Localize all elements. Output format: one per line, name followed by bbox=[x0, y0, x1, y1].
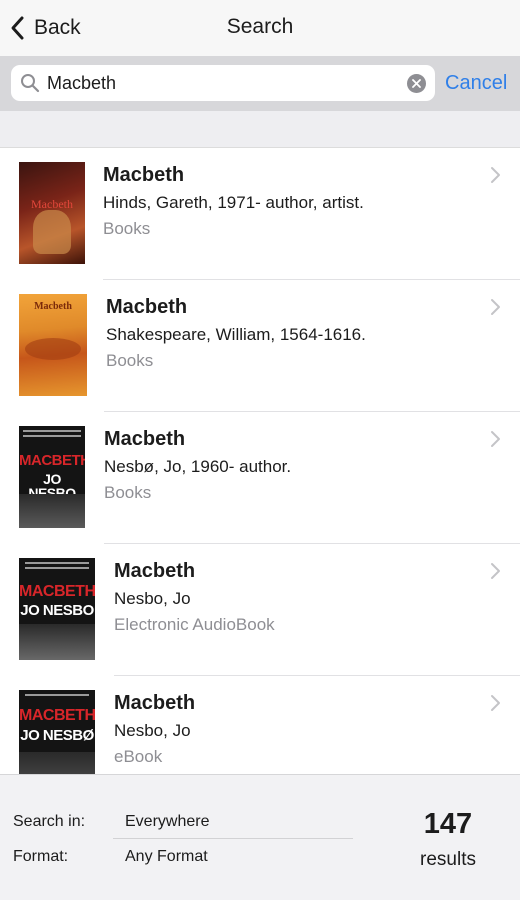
list-item[interactable]: MACBETH JO NESBØ Macbeth Nesbo, Jo eBook bbox=[0, 676, 520, 774]
result-format: eBook bbox=[114, 747, 163, 766]
result-author: Hinds, Gareth, 1971- author, artist. bbox=[103, 193, 364, 212]
search-input[interactable] bbox=[47, 72, 387, 94]
result-format: Books bbox=[104, 483, 152, 502]
chevron-right-icon bbox=[491, 167, 500, 183]
list-item[interactable]: MACBETH JO NESBO Macbeth Nesbø, Jo, 1960… bbox=[0, 412, 520, 544]
results-list[interactable]: Macbeth Macbeth Hinds, Gareth, 1971- aut… bbox=[0, 148, 520, 774]
result-author: Nesbø, Jo, 1960- author. bbox=[104, 457, 292, 476]
cover-title: MACBETH bbox=[19, 707, 95, 724]
result-format: Books bbox=[106, 351, 154, 370]
cancel-button[interactable]: Cancel bbox=[445, 72, 507, 95]
list-item[interactable]: Macbeth Macbeth Shakespeare, William, 15… bbox=[0, 280, 520, 412]
chevron-right-icon bbox=[491, 563, 500, 579]
book-cover: MACBETH JO NESBO bbox=[19, 426, 85, 528]
page-title: Search bbox=[226, 15, 294, 38]
book-cover: Macbeth bbox=[19, 162, 85, 264]
result-title: Macbeth bbox=[104, 428, 186, 450]
result-author: Nesbo, Jo bbox=[114, 589, 191, 608]
close-icon bbox=[412, 79, 421, 88]
result-title: Macbeth bbox=[114, 692, 196, 714]
search-field[interactable] bbox=[11, 65, 435, 101]
result-title: Macbeth bbox=[106, 296, 188, 318]
chevron-right-icon bbox=[491, 695, 500, 711]
format-selector[interactable]: Any Format bbox=[125, 848, 208, 866]
results-count-label: results bbox=[420, 849, 476, 870]
results-count: 147 bbox=[423, 808, 473, 840]
chevron-right-icon bbox=[491, 431, 500, 447]
search-bar: Cancel bbox=[0, 56, 520, 111]
cover-title: MACBETH bbox=[19, 452, 85, 469]
cover-author: JO NESBO bbox=[20, 602, 94, 619]
book-cover: Macbeth bbox=[19, 294, 87, 396]
cover-title: Macbeth bbox=[31, 197, 73, 211]
search-icon bbox=[21, 74, 40, 93]
result-author: Nesbo, Jo bbox=[114, 721, 191, 740]
book-cover: MACBETH JO NESBØ bbox=[19, 690, 95, 774]
footer-divider bbox=[113, 838, 353, 839]
result-title: Macbeth bbox=[114, 560, 196, 582]
navigation-bar: Back Search bbox=[0, 0, 520, 56]
results-header-spacer bbox=[0, 111, 520, 148]
result-format: Books bbox=[103, 219, 151, 238]
cover-title: MACBETH bbox=[19, 583, 95, 600]
clear-search-button[interactable] bbox=[407, 74, 426, 93]
result-title: Macbeth bbox=[103, 164, 185, 186]
search-filter-footer: Search in: Everywhere Format: Any Format… bbox=[0, 774, 520, 900]
list-item[interactable]: MACBETH JO NESBO Macbeth Nesbo, Jo Elect… bbox=[0, 544, 520, 676]
result-format: Electronic AudioBook bbox=[114, 615, 275, 634]
result-author: Shakespeare, William, 1564-1616. bbox=[106, 325, 366, 344]
book-cover: MACBETH JO NESBO bbox=[19, 558, 95, 660]
search-in-selector[interactable]: Everywhere bbox=[125, 813, 209, 831]
format-label: Format: bbox=[13, 848, 69, 865]
cover-title: Macbeth bbox=[34, 301, 72, 312]
list-item[interactable]: Macbeth Macbeth Hinds, Gareth, 1971- aut… bbox=[0, 148, 520, 280]
chevron-right-icon bbox=[491, 299, 500, 315]
search-in-label: Search in: bbox=[13, 813, 86, 830]
cover-author: JO NESBØ bbox=[20, 727, 94, 744]
